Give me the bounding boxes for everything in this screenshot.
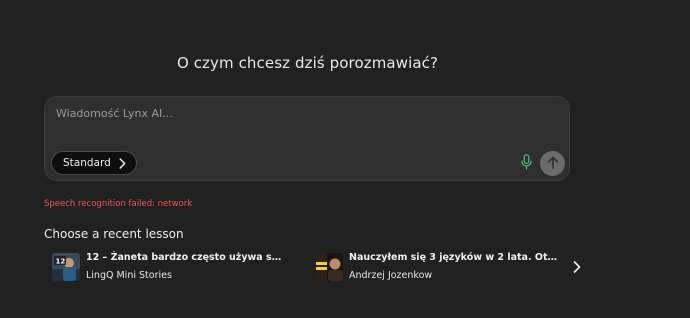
chevron-right-icon <box>573 258 581 277</box>
mode-selector-button[interactable]: Standard <box>51 151 137 175</box>
mode-label: Standard <box>63 157 111 169</box>
recent-lessons-heading: Choose a recent lesson <box>44 227 184 241</box>
arrow-up-icon <box>547 154 559 173</box>
lesson-thumbnail: 12 <box>52 253 80 281</box>
lesson-subtitle: LingQ Mini Stories <box>86 270 172 281</box>
microphone-icon <box>520 154 532 174</box>
speech-error-message: Speech recognition failed: network <box>44 199 193 209</box>
lesson-subtitle: Andrzej Jozenkow <box>349 270 433 281</box>
lesson-thumbnail <box>315 253 343 281</box>
recent-lesson-item[interactable]: Nauczyłem się 3 języków w 2 lata. Oto 13… <box>315 251 560 283</box>
page: O czym chcesz dziś porozmawiać? Standard <box>0 0 690 318</box>
lesson-title: 12 – Żaneta bardzo często używa swój... <box>86 252 282 263</box>
svg-text:12: 12 <box>56 258 66 266</box>
lesson-title: Nauczyłem się 3 języków w 2 lata. Oto 13… <box>349 252 560 263</box>
chevron-right-icon <box>119 157 126 169</box>
message-composer: Standard <box>44 96 570 181</box>
microphone-button[interactable] <box>519 154 533 174</box>
send-button[interactable] <box>540 151 565 176</box>
next-lessons-button[interactable] <box>570 260 584 274</box>
message-input[interactable] <box>56 107 496 120</box>
recent-lesson-item[interactable]: 12 12 – Żaneta bardzo często używa swój.… <box>52 251 282 283</box>
page-title: O czym chcesz dziś porozmawiać? <box>176 54 439 72</box>
